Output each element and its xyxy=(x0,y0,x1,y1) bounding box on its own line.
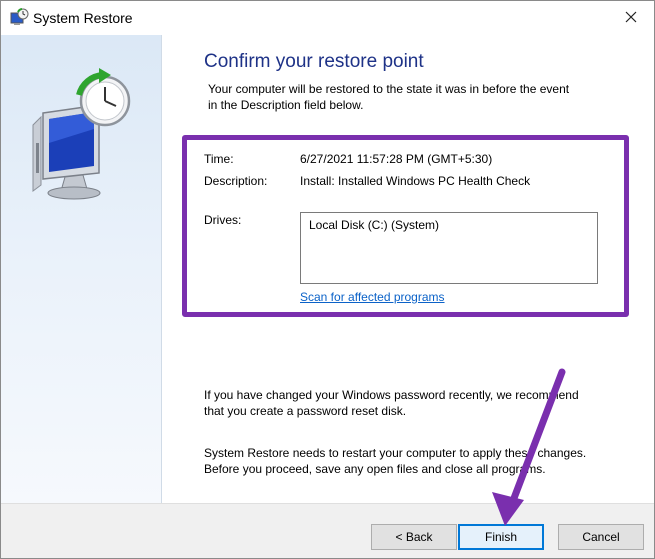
system-restore-icon xyxy=(9,8,29,28)
page-title: Confirm your restore point xyxy=(204,51,424,72)
password-note: If you have changed your Windows passwor… xyxy=(204,387,624,419)
content-area: Confirm your restore point Your computer… xyxy=(162,35,654,503)
restart-note-line-2: Before you proceed, save any open files … xyxy=(204,462,546,476)
system-restore-window: System Restore Confirm your restore poin… xyxy=(0,0,655,559)
drive-item[interactable]: Local Disk (C:) (System) xyxy=(309,218,589,232)
intro-line-2: in the Description field below. xyxy=(208,98,364,112)
intro-line-1: Your computer will be restored to the st… xyxy=(208,82,570,96)
close-icon xyxy=(625,11,637,26)
description-label: Description: xyxy=(204,174,268,188)
scan-affected-programs-link[interactable]: Scan for affected programs xyxy=(300,290,445,304)
button-bar: < Back Finish Cancel xyxy=(1,503,654,558)
time-value: 6/27/2021 11:57:28 PM (GMT+5:30) xyxy=(300,152,493,166)
window-title: System Restore xyxy=(33,10,133,26)
restart-note-line-1: System Restore needs to restart your com… xyxy=(204,446,587,460)
back-button[interactable]: < Back xyxy=(371,524,457,550)
intro-text: Your computer will be restored to the st… xyxy=(208,81,628,113)
system-restore-illustration xyxy=(27,65,137,205)
finish-button[interactable]: Finish xyxy=(458,524,544,550)
restart-note: System Restore needs to restart your com… xyxy=(204,445,634,477)
password-note-line-2: that you create a password reset disk. xyxy=(204,404,407,418)
drives-list[interactable]: Local Disk (C:) (System) xyxy=(300,212,598,284)
description-value: Install: Installed Windows PC Health Che… xyxy=(300,174,531,188)
time-label: Time: xyxy=(204,152,234,166)
password-note-line-1: If you have changed your Windows passwor… xyxy=(204,388,579,402)
cancel-button[interactable]: Cancel xyxy=(558,524,644,550)
close-button[interactable] xyxy=(608,1,654,35)
side-panel xyxy=(1,35,162,503)
title-bar[interactable]: System Restore xyxy=(1,1,654,35)
drives-label: Drives: xyxy=(204,213,242,227)
